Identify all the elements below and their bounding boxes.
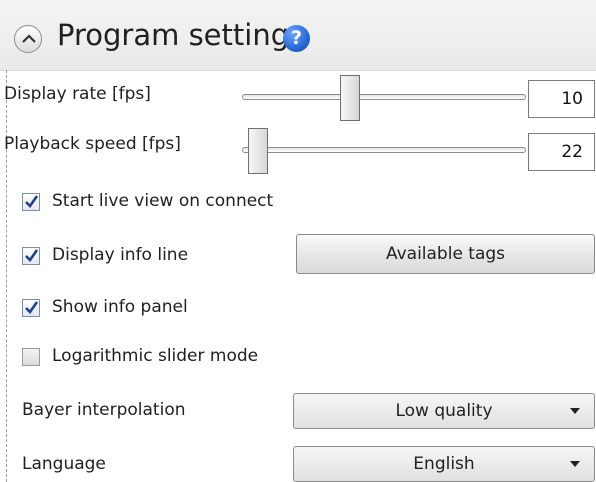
playback-speed-slider-thumb[interactable] <box>248 128 268 174</box>
language-label: Language <box>22 454 106 474</box>
help-icon[interactable]: ? <box>283 25 310 52</box>
panel-border <box>6 70 7 482</box>
chevron-up-icon <box>22 34 36 43</box>
checkmark-icon <box>25 301 39 315</box>
checkmark-icon <box>25 195 39 209</box>
display-rate-slider-thumb[interactable] <box>340 75 360 121</box>
bayer-interpolation-value: Low quality <box>395 401 493 421</box>
bayer-interpolation-label: Bayer interpolation <box>22 400 186 420</box>
language-dropdown[interactable]: English <box>293 446 595 482</box>
dropdown-arrow-icon <box>570 408 580 414</box>
section-header: Program settings ? <box>0 0 596 71</box>
collapse-button[interactable] <box>14 25 42 53</box>
section-title: Program settings <box>57 18 305 52</box>
display-rate-label: Display rate [fps] <box>4 84 151 104</box>
playback-speed-slider-track[interactable] <box>242 147 526 153</box>
bayer-interpolation-dropdown[interactable]: Low quality <box>293 393 595 429</box>
display-rate-slider-track[interactable] <box>242 94 526 100</box>
logarithmic-slider-checkbox[interactable] <box>22 348 40 366</box>
playback-speed-label: Playback speed [fps] <box>4 134 181 154</box>
start-live-view-label: Start live view on connect <box>52 191 274 211</box>
display-info-line-checkbox[interactable] <box>22 247 40 265</box>
show-info-panel-checkbox[interactable] <box>22 299 40 317</box>
language-value: English <box>413 454 475 474</box>
logarithmic-slider-label: Logarithmic slider mode <box>52 346 259 366</box>
program-settings-panel: Program settings ? Display rate [fps] 10… <box>0 0 596 482</box>
checkmark-icon <box>25 249 39 263</box>
display-rate-input[interactable]: 10 <box>528 80 595 118</box>
display-info-line-label: Display info line <box>52 245 189 265</box>
playback-speed-input[interactable]: 22 <box>528 133 595 171</box>
show-info-panel-label: Show info panel <box>52 297 188 317</box>
dropdown-arrow-icon <box>570 461 580 467</box>
start-live-view-checkbox[interactable] <box>22 193 40 211</box>
available-tags-button[interactable]: Available tags <box>296 234 595 274</box>
